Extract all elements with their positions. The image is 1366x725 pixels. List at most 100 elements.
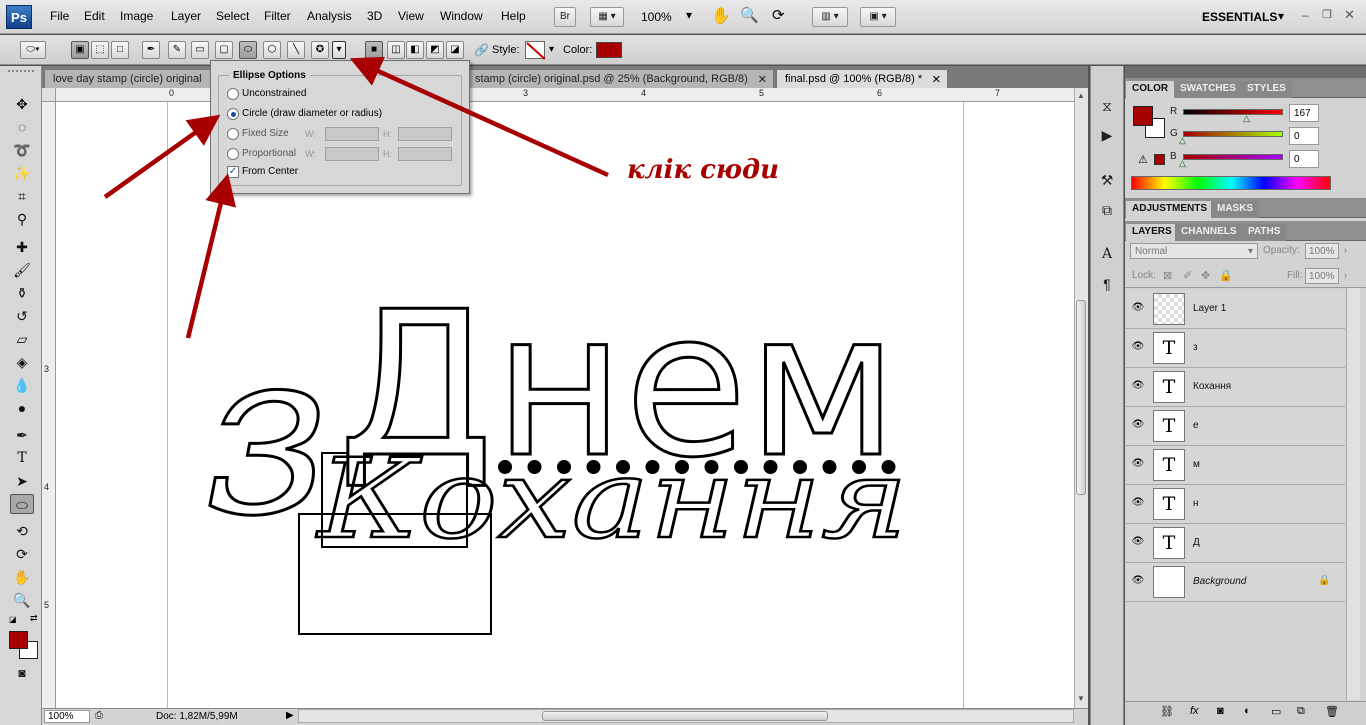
subtract-shape-area-button[interactable]: ◧ bbox=[406, 41, 424, 59]
blue-value[interactable]: 0 bbox=[1289, 150, 1319, 168]
lock-transparency-icon[interactable]: ⊠ bbox=[1163, 269, 1172, 282]
paths-button[interactable]: ⬚ bbox=[91, 41, 109, 59]
delete-layer-icon[interactable]: 🗑 bbox=[1325, 705, 1339, 718]
from-center-label[interactable]: From Center bbox=[242, 166, 298, 177]
circle-label[interactable]: Circle (draw diameter or radius) bbox=[242, 108, 382, 119]
slider-handle-icon[interactable]: △ bbox=[1179, 158, 1186, 169]
ruler-origin[interactable] bbox=[42, 88, 56, 102]
red-slider[interactable] bbox=[1183, 109, 1283, 115]
style-picker[interactable] bbox=[525, 41, 545, 59]
status-options-icon[interactable]: ⎙ bbox=[95, 710, 103, 721]
layer-name[interactable]: Layer 1 bbox=[1193, 303, 1226, 314]
screen-mode-button[interactable]: ▣ ▾ bbox=[860, 7, 896, 27]
zoom-dropdown-icon[interactable]: ▾ bbox=[686, 8, 692, 22]
3d-orbit-tool-icon[interactable]: ⟳ bbox=[10, 544, 34, 564]
geometry-options-dropdown[interactable]: ▾ bbox=[332, 41, 346, 59]
new-group-icon[interactable]: ▭ bbox=[1271, 705, 1281, 718]
bridge-button[interactable]: Br bbox=[554, 7, 576, 27]
tab-color[interactable]: COLOR bbox=[1126, 81, 1175, 98]
proportional-radio[interactable] bbox=[227, 148, 239, 160]
blue-slider[interactable] bbox=[1183, 154, 1283, 160]
eye-icon[interactable]: 👁 bbox=[1131, 536, 1145, 550]
eyedropper-tool-icon[interactable]: ⚲ bbox=[10, 209, 34, 229]
workspace-dropdown-icon[interactable]: ▾ bbox=[1278, 9, 1284, 23]
menu-file[interactable]: File bbox=[50, 9, 69, 23]
freeform-pen-button[interactable]: ✎ bbox=[168, 41, 186, 59]
unconstrained-label[interactable]: Unconstrained bbox=[242, 88, 306, 99]
quick-mask-icon[interactable]: ◙ bbox=[10, 663, 34, 683]
eraser-tool-icon[interactable]: ▱ bbox=[10, 329, 34, 349]
close-tab-icon[interactable]: ✕ bbox=[758, 73, 767, 86]
paint-bucket-tool-icon[interactable]: ◈ bbox=[10, 352, 34, 372]
close-tab-icon[interactable]: ✕ bbox=[932, 73, 941, 86]
history-brush-tool-icon[interactable]: ↺ bbox=[10, 306, 34, 326]
fill-arrow-icon[interactable]: › bbox=[1344, 270, 1347, 280]
shape-layers-button[interactable]: ▣ bbox=[71, 41, 89, 59]
fixed-width-field[interactable] bbox=[325, 127, 379, 141]
3d-rotate-tool-icon[interactable]: ⟲ bbox=[10, 521, 34, 541]
menu-view[interactable]: View bbox=[398, 9, 424, 23]
fill-field[interactable]: 100% bbox=[1305, 268, 1339, 284]
menu-help[interactable]: Help bbox=[501, 9, 526, 23]
marquee-tool-icon[interactable]: ◌ bbox=[10, 117, 34, 137]
tab-paths[interactable]: PATHS bbox=[1242, 224, 1287, 241]
color-swatch[interactable] bbox=[596, 42, 622, 58]
eye-icon[interactable]: 👁 bbox=[1131, 458, 1145, 472]
background-thumbnail[interactable] bbox=[1153, 566, 1185, 598]
magic-wand-tool-icon[interactable]: ✨ bbox=[10, 163, 34, 183]
tab-styles[interactable]: STYLES bbox=[1241, 81, 1292, 98]
foreground-color-swatch[interactable] bbox=[9, 631, 28, 649]
brush-tool-icon[interactable]: 🖌 bbox=[10, 260, 34, 280]
vertical-ruler[interactable] bbox=[42, 102, 56, 708]
close-icon[interactable]: ✕ bbox=[1344, 7, 1355, 23]
menu-select[interactable]: Select bbox=[216, 9, 249, 23]
history-panel-icon[interactable]: ⧖ bbox=[1097, 96, 1117, 116]
intersect-shape-areas-button[interactable]: ◩ bbox=[426, 41, 444, 59]
green-slider[interactable] bbox=[1183, 131, 1283, 137]
move-tool-icon[interactable]: ✥ bbox=[10, 94, 34, 114]
hand-tool-icon[interactable]: ✋ bbox=[711, 6, 731, 26]
gamut-swatch[interactable] bbox=[1154, 154, 1165, 165]
crop-tool-icon[interactable]: ⌗ bbox=[10, 186, 34, 206]
menu-analysis[interactable]: Analysis bbox=[307, 9, 352, 23]
circle-radio[interactable] bbox=[227, 108, 239, 120]
add-to-shape-area-button[interactable]: ◫ bbox=[387, 41, 405, 59]
fixed-size-label[interactable]: Fixed Size bbox=[242, 128, 289, 139]
clone-stamp-tool-icon[interactable]: ⚱ bbox=[10, 283, 34, 303]
arrange-documents-button[interactable]: ▥ ▾ bbox=[812, 7, 848, 27]
layer-name[interactable]: н bbox=[1193, 498, 1199, 509]
unconstrained-radio[interactable] bbox=[227, 88, 239, 100]
dodge-tool-icon[interactable]: ● bbox=[10, 398, 34, 418]
eye-icon[interactable]: 👁 bbox=[1131, 419, 1145, 433]
tab-swatches[interactable]: SWATCHES bbox=[1174, 81, 1242, 98]
lock-pixels-icon[interactable]: ✐ bbox=[1183, 269, 1192, 282]
eye-icon[interactable]: 👁 bbox=[1131, 302, 1145, 316]
text-layer-thumbnail[interactable]: T bbox=[1153, 371, 1185, 403]
fixed-height-field[interactable] bbox=[398, 127, 452, 141]
layer-name[interactable]: м bbox=[1193, 459, 1200, 470]
hand-tool-icon[interactable]: ✋ bbox=[10, 567, 34, 587]
layer-thumbnail[interactable] bbox=[1153, 293, 1185, 325]
lock-position-icon[interactable]: ✥ bbox=[1201, 269, 1210, 282]
blend-mode-select[interactable]: Normal ▾ bbox=[1130, 243, 1258, 259]
paragraph-panel-icon[interactable]: ¶ bbox=[1097, 274, 1117, 294]
menu-edit[interactable]: Edit bbox=[84, 9, 105, 23]
zoom-level[interactable]: 100% bbox=[641, 10, 672, 24]
character-panel-icon[interactable]: A bbox=[1097, 244, 1117, 264]
text-layer-thumbnail[interactable]: T bbox=[1153, 488, 1185, 520]
menu-3d[interactable]: 3D bbox=[367, 9, 382, 23]
layers-scrollbar[interactable] bbox=[1346, 288, 1360, 700]
lock-all-icon[interactable]: 🔒 bbox=[1219, 269, 1233, 282]
custom-shape-button[interactable]: ✪ bbox=[311, 41, 329, 59]
fill-pixels-button[interactable]: □ bbox=[111, 41, 129, 59]
healing-brush-tool-icon[interactable]: ✚ bbox=[10, 237, 34, 257]
tab-love-day-stamp[interactable]: love day stamp (circle) original bbox=[44, 69, 212, 88]
pen-tool-icon[interactable]: ✒ bbox=[10, 425, 34, 445]
line-shape-button[interactable]: ╲ bbox=[287, 41, 305, 59]
proportional-label[interactable]: Proportional bbox=[242, 148, 296, 159]
menu-window[interactable]: Window bbox=[440, 9, 483, 23]
slider-handle-icon[interactable]: △ bbox=[1179, 135, 1186, 146]
tool-preset-picker[interactable]: ⬭▾ bbox=[20, 41, 46, 59]
text-layer-thumbnail[interactable]: T bbox=[1153, 332, 1185, 364]
create-new-shape-layer-button[interactable]: ■ bbox=[365, 41, 383, 59]
